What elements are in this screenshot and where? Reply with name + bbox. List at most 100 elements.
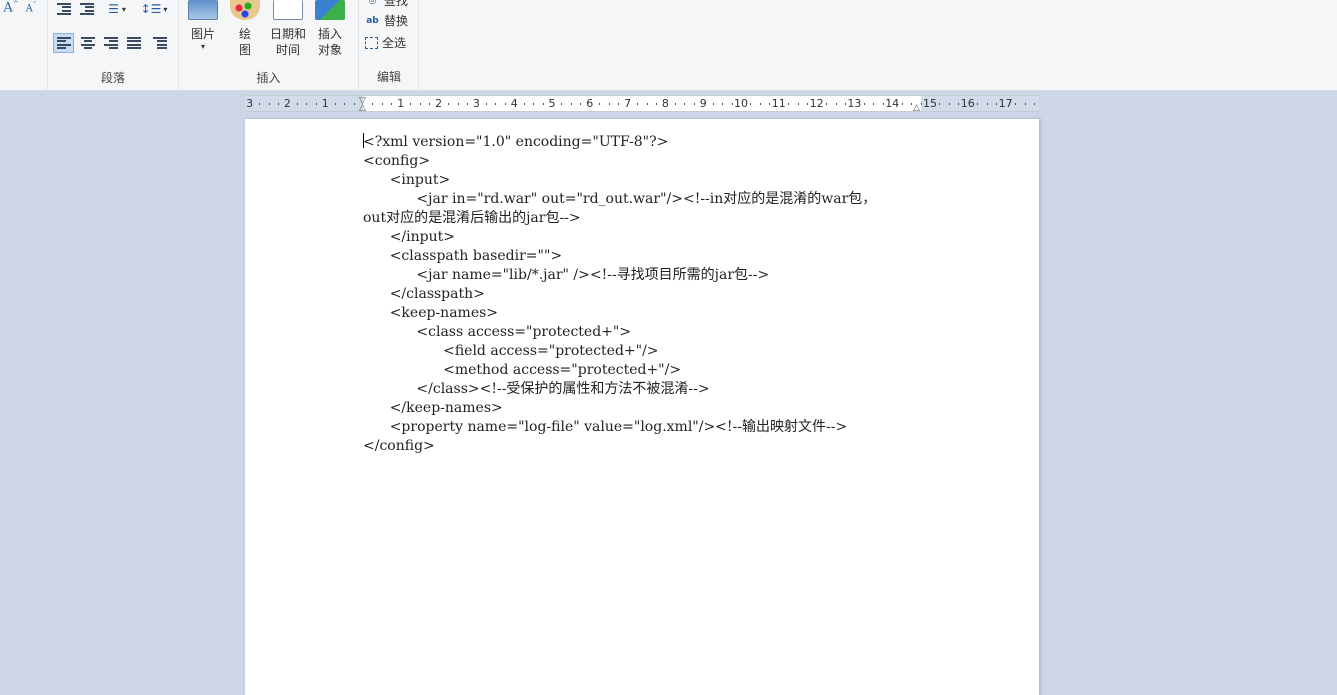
picture-button[interactable]: 图片 ▾ — [185, 0, 221, 52]
picture-label: 图片 — [190, 27, 215, 41]
ruler[interactable]: ▽ △ △ 3 2 1 1 2 3 4 5 6 7 8 9 10 11 12 13 14 15 16 17 — [245, 95, 1039, 112]
binoculars-icon: ◎ — [368, 0, 377, 6]
ruler-tick — [674, 103, 676, 105]
align-left-icon — [56, 37, 71, 49]
ruler-number: 2 — [283, 97, 291, 110]
ruler-tick — [693, 103, 695, 105]
document-page[interactable]: <?xml version="1.0" encoding="UTF-8"?> <c… — [245, 119, 1039, 695]
ruler-tick — [277, 103, 279, 105]
ruler-tick — [797, 103, 799, 105]
document-line-text: <method access="protected+"/> — [363, 362, 682, 378]
ruler-number: 14 — [885, 97, 900, 110]
replace-button[interactable]: ab 替换 — [365, 12, 408, 29]
ruler-number: 1 — [397, 97, 405, 110]
document-line-text: <field access="protected+"/> — [363, 343, 659, 359]
document-line: <classpath basedir=""> — [363, 247, 923, 266]
ruler-number: 1 — [321, 97, 329, 110]
ruler-tick — [826, 103, 828, 105]
ruler-tick — [986, 103, 988, 105]
document-line: <field access="protected+"/> — [363, 342, 923, 361]
align-center-button[interactable] — [77, 33, 98, 53]
ruler-tick — [372, 103, 374, 105]
hanging-indent-marker[interactable]: △ — [359, 103, 366, 111]
ruler-tick — [381, 103, 383, 105]
document-line-text: </keep-names> — [363, 400, 503, 416]
document-line: <?xml version="1.0" encoding="UTF-8"?> — [363, 133, 923, 152]
ruler-tick — [731, 103, 733, 105]
ruler-tick — [901, 103, 903, 105]
decrease-indent-button[interactable] — [54, 1, 74, 17]
ruler-tick — [646, 103, 648, 105]
ruler-tick — [419, 103, 421, 105]
ruler-tick — [353, 103, 355, 105]
ruler-tick — [268, 103, 270, 105]
datetime-label-1: 日期和 — [269, 27, 306, 41]
ruler-tick — [655, 103, 657, 105]
align-left-button[interactable] — [53, 33, 74, 53]
calendar-clock-icon — [273, 0, 303, 20]
document-line-text: out对应的是混淆后输出的jar包--> — [363, 210, 581, 226]
ruler-tick — [523, 103, 525, 105]
ruler-tick — [750, 103, 752, 105]
ruler-tick — [599, 103, 601, 105]
document-line-text: </config> — [363, 438, 435, 454]
grow-font-icon: A^ — [3, 0, 19, 16]
document-line: out对应的是混淆后输出的jar包--> — [363, 209, 923, 228]
ruler-tick — [911, 103, 913, 105]
find-button[interactable]: ◎ 查找 — [365, 0, 408, 9]
ruler-tick — [561, 103, 563, 105]
ruler-tick — [873, 103, 875, 105]
ruler-tick — [637, 103, 639, 105]
ruler-number: 9 — [699, 97, 707, 110]
align-right-button[interactable] — [100, 33, 121, 53]
ruler-tick — [495, 103, 497, 105]
select-all-button[interactable]: 全选 — [365, 34, 406, 51]
ruler-tick — [759, 103, 761, 105]
ruler-number: 12 — [809, 97, 824, 110]
right-indent-marker[interactable]: △ — [913, 103, 920, 111]
ruler-tick — [580, 103, 582, 105]
line-spacing-button[interactable]: ↕☰ ▾ — [140, 1, 168, 17]
insert-group-label: 插入 — [256, 71, 281, 85]
paint-label-2: 图 — [238, 43, 251, 57]
ruler-number: 8 — [661, 97, 669, 110]
chevron-down-icon: ▾ — [163, 4, 168, 14]
object-icon — [315, 0, 345, 20]
ruler-tick — [485, 103, 487, 105]
bullet-list-button[interactable]: ☰ ▾ — [102, 1, 132, 17]
document-line-text: <classpath basedir=""> — [363, 248, 563, 264]
ruler-number: 7 — [624, 97, 632, 110]
ruler-number: 13 — [847, 97, 862, 110]
ruler-number: 17 — [998, 97, 1013, 110]
document-line: <input> — [363, 171, 923, 190]
ruler-tick — [618, 103, 620, 105]
paint-label-1: 绘 — [238, 27, 251, 41]
ruler-tick — [807, 103, 809, 105]
paragraph-group: ☰ ▾ ↕☰ ▾ 段落 — [48, 0, 179, 91]
datetime-button[interactable]: 日期和 时间 — [267, 0, 309, 58]
picture-icon — [188, 0, 218, 20]
increase-indent-button[interactable] — [77, 1, 97, 17]
ruler-tick — [1033, 103, 1035, 105]
document-line-text: <jar in="rd.war" out="rd_out.war"/><!--i… — [363, 191, 877, 207]
document-line-text: <?xml version="1.0" encoding="UTF-8"?> — [363, 134, 669, 150]
grow-font-button[interactable]: A^ — [2, 0, 20, 16]
ruler-tick — [769, 103, 771, 105]
ruler-tick — [939, 103, 941, 105]
document-line: <jar in="rd.war" out="rd_out.war"/><!--i… — [363, 190, 923, 209]
ruler-tick — [466, 103, 468, 105]
justify-button[interactable] — [123, 33, 144, 53]
document-line-text: <keep-names> — [363, 305, 499, 321]
insert-object-button[interactable]: 插入 对象 — [313, 0, 347, 58]
paragraph-settings-button[interactable] — [149, 33, 170, 53]
ruler-tick — [410, 103, 412, 105]
document-line-text: <jar name="lib/*.jar" /><!--寻找项目所需的jar包-… — [363, 267, 770, 283]
ruler-tick — [977, 103, 979, 105]
ruler-tick — [844, 103, 846, 105]
document-body[interactable]: <?xml version="1.0" encoding="UTF-8"?> <c… — [363, 133, 923, 456]
ruler-number: 10 — [734, 97, 748, 110]
ruler-tick — [788, 103, 790, 105]
paint-button[interactable]: 绘 图 — [227, 0, 263, 58]
decrease-indent-icon — [57, 3, 71, 15]
shrink-font-button[interactable]: Aˇ — [22, 0, 40, 16]
